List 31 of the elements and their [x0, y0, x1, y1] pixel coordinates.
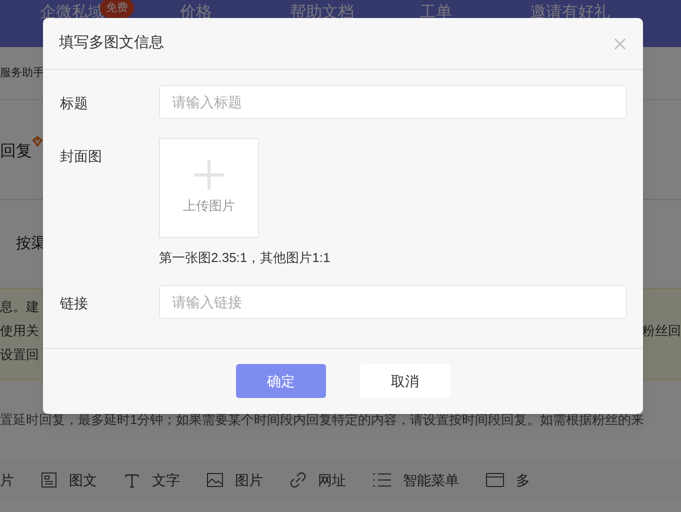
hint-text: 第一张图2.35:1，其他图片1:1 [159, 249, 330, 267]
card-icon [486, 473, 504, 487]
field-label: 封面图 [60, 147, 103, 166]
toolbar-item[interactable]: 片 [0, 470, 14, 490]
cancel-button[interactable]: 取消 [360, 364, 450, 398]
toolbar-item[interactable]: 图文 [69, 470, 97, 490]
notice-text: 使用关 [0, 322, 39, 340]
image-icon [207, 473, 223, 487]
confirm-button[interactable]: 确定 [236, 364, 326, 398]
notice-text: 粉丝回 [642, 322, 681, 340]
close-icon[interactable] [614, 38, 626, 50]
image-upload-box[interactable]: 上传图片 [159, 138, 259, 238]
notice-text: 设置回 [0, 346, 39, 364]
list-icon [373, 472, 391, 488]
link-icon [290, 472, 306, 488]
notice-text: 息。建 [0, 298, 39, 316]
article-icon [41, 472, 57, 488]
breadcrumb-text: 服务助手 [0, 66, 44, 81]
toolbar-item[interactable]: 图片 [235, 470, 263, 490]
text-input-field[interactable]: 请输入标题 [159, 85, 627, 119]
field-label: 标题 [60, 94, 89, 113]
toolbar-item[interactable]: 多 [516, 470, 530, 490]
section-title: 回复 [0, 142, 32, 162]
toolbar-item[interactable]: 智能菜单 [403, 470, 459, 490]
toolbar-item[interactable]: 网址 [318, 470, 346, 490]
toolbar-item[interactable]: 文字 [152, 470, 180, 490]
dialog-title: 填写多图文信息 [59, 33, 164, 54]
plus-icon [194, 160, 224, 190]
text-input-field[interactable]: 请输入链接 [159, 285, 627, 319]
field-label: 链接 [60, 294, 89, 313]
text-icon [124, 472, 140, 488]
